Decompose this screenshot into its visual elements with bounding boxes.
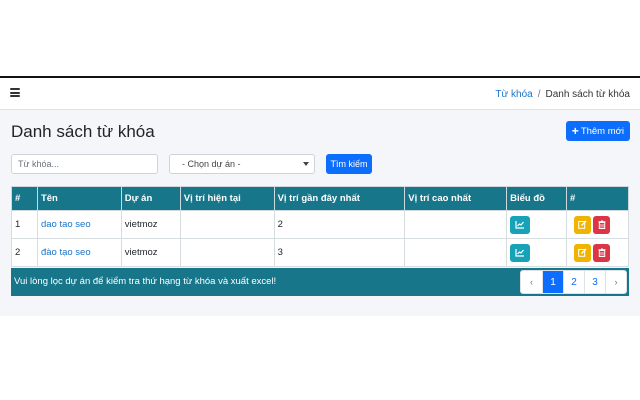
breadcrumb-current: Danh sách từ khóa [545,89,630,100]
row-chart-cell [506,210,568,239]
plus-icon: + [571,124,579,138]
row-current-position [179,238,275,267]
delete-button[interactable] [593,215,611,234]
row-actions-cell [566,238,629,267]
row-current-position [179,210,275,239]
header-name: Tên [36,186,122,211]
pagination-prev[interactable]: ‹ [521,271,542,293]
header-index: # [11,186,38,211]
trash-icon [598,220,606,229]
page-title: Danh sách từ khóa [11,122,155,141]
row-project: vietmoz [120,238,181,267]
row-name-cell: đào tạo seo [36,238,122,267]
edit-button[interactable] [574,243,592,262]
edit-button[interactable] [574,215,592,234]
project-select-value: - Chọn dự án - [182,159,241,169]
row-index: 2 [11,238,38,267]
row-highest-position [404,210,508,239]
delete-button[interactable] [593,243,611,262]
row-chart-cell [506,238,568,267]
keyword-search-input[interactable] [11,154,158,174]
header-recent-position: Vị trí gần đây nhất [273,186,406,211]
row-recent-position: 3 [273,238,406,267]
menu-icon[interactable] [10,88,20,97]
pagination-page-2[interactable]: 2 [563,271,584,293]
add-new-button[interactable]: + Thêm mới [565,121,630,141]
table-header-row: # Tên Dự án Vị trí hiện tại Vị trí gần đ… [11,186,629,211]
chart-line-icon [515,221,525,229]
project-select[interactable]: - Chọn dự án - [169,154,315,174]
table-row: 2 đào tạo seo vietmoz 3 [11,238,629,267]
pagination-page-3[interactable]: 3 [584,271,605,293]
keyword-link[interactable]: dao tao seo [41,219,91,230]
header-highest-position: Vị trí cao nhất [404,186,508,211]
trash-icon [598,248,606,257]
header-current-position: Vị trí hiện tại [179,186,275,211]
header-project: Dự án [120,186,181,211]
app-frame: Từ khóa / Danh sách từ khóa Danh sách từ k… [0,76,640,316]
row-recent-position: 2 [273,210,406,239]
pagination-page-1[interactable]: 1 [542,271,563,293]
filter-hint-text: Vui lòng lọc dự án để kiểm tra thứ hạng … [14,276,277,287]
table-footer: Vui lòng lọc dự án để kiểm tra thứ hạng … [11,268,629,296]
row-project: vietmoz [120,210,181,239]
edit-icon [578,220,587,229]
chart-line-icon [515,249,525,257]
breadcrumb-link-keywords[interactable]: Từ khóa [495,89,532,100]
search-button[interactable]: Tìm kiếm [326,154,372,174]
breadcrumb-separator: / [537,89,541,100]
chevron-down-icon [303,162,309,166]
chart-button[interactable] [510,215,531,234]
header-actions: # [566,186,629,211]
table-row: 1 dao tao seo vietmoz 2 [11,210,629,239]
keyword-link[interactable]: đào tạo seo [41,247,91,258]
add-new-label: Thêm mới [580,125,624,137]
row-actions-cell [566,210,629,239]
chart-button[interactable] [510,243,531,262]
header-chart: Biểu đồ [506,186,568,211]
row-name-cell: dao tao seo [36,210,122,239]
top-navbar: Từ khóa / Danh sách từ khóa [0,78,640,110]
breadcrumb: Từ khóa / Danh sách từ khóa [495,89,630,100]
keyword-table: # Tên Dự án Vị trí hiện tại Vị trí gần đ… [11,186,629,267]
edit-icon [578,248,587,257]
row-highest-position [404,238,508,267]
pagination: ‹ 1 2 3 › [520,270,627,294]
row-index: 1 [11,210,38,239]
pagination-next[interactable]: › [605,271,626,293]
